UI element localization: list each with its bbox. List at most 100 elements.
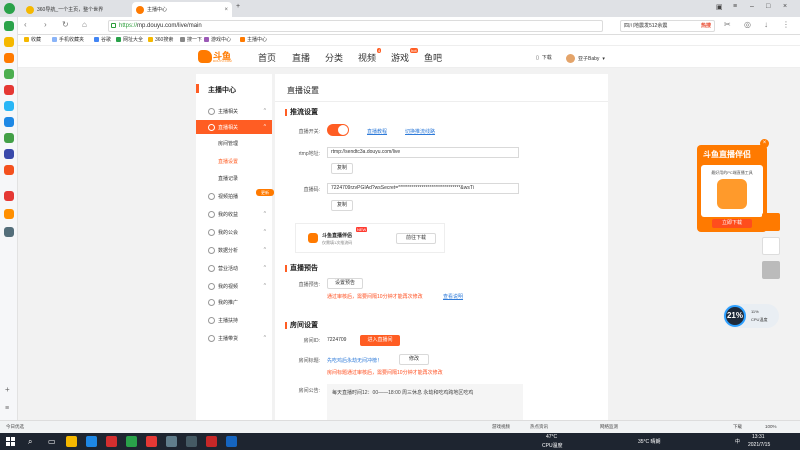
note-app-icon[interactable] xyxy=(4,165,14,175)
close-window-button[interactable]: × xyxy=(783,3,787,10)
clock-date[interactable]: 2021/7/15 xyxy=(748,442,770,448)
download-companion-button[interactable]: 前往下载 xyxy=(396,233,436,244)
menu-item[interactable]: 主播相关 ^ xyxy=(196,104,272,118)
reload-icon[interactable]: ↻ xyxy=(62,20,69,29)
news-app-icon[interactable] xyxy=(4,149,14,159)
windows-start-icon[interactable] xyxy=(6,437,15,446)
menu-icon[interactable]: ≡ xyxy=(733,3,737,10)
game-app-icon[interactable] xyxy=(4,209,14,219)
status-item[interactable]: 热点资讯 xyxy=(530,424,548,430)
copy-code-button[interactable]: 复制 xyxy=(331,200,353,211)
minimize-button[interactable]: – xyxy=(750,3,754,10)
file-explorer-icon[interactable] xyxy=(66,436,77,447)
home-icon[interactable]: ⌂ xyxy=(82,20,87,29)
bookmark-item[interactable]: 谷歌 xyxy=(94,36,111,43)
app-icon[interactable] xyxy=(166,436,177,447)
nav-video[interactable]: 视频 xyxy=(358,51,376,64)
extension-icon[interactable]: ✂ xyxy=(724,20,731,29)
bookmark-item[interactable]: 网址大全 xyxy=(116,36,143,43)
bookmark-item[interactable]: 搜一下 xyxy=(180,36,202,43)
qrcode-icon[interactable] xyxy=(762,261,780,279)
home-side-icon[interactable] xyxy=(762,237,780,255)
back-arrow-icon[interactable]: ‹ xyxy=(24,20,27,29)
download-icon[interactable]: ↓ xyxy=(764,20,768,29)
nav-live[interactable]: 直播 xyxy=(292,51,310,64)
cloud-app-icon[interactable] xyxy=(4,101,14,111)
wallet-app-icon[interactable] xyxy=(4,69,14,79)
search-icon[interactable]: ⌕ xyxy=(28,437,32,447)
live-switch-toggle[interactable] xyxy=(327,124,349,136)
nav-game[interactable]: 游戏 xyxy=(391,51,409,64)
enter-room-button[interactable]: 进入直播间 xyxy=(360,335,400,346)
tab-streamer-center[interactable]: 主播中心 × xyxy=(132,2,232,17)
submenu-item[interactable]: 直播设置 xyxy=(218,158,238,165)
promo-close-icon[interactable]: × xyxy=(760,139,769,148)
url-input[interactable]: https://mp.douyu.com/live/main xyxy=(108,20,603,32)
skin-icon[interactable]: ▣ xyxy=(716,3,723,11)
shop-app-icon[interactable] xyxy=(4,191,14,201)
douyu-logo[interactable]: 斗鱼 DOUYU.COM xyxy=(198,49,236,65)
promo-download-button[interactable]: 立即下载 xyxy=(712,219,752,228)
preview-rules-link[interactable]: 查看说明 xyxy=(443,293,463,300)
copy-rtmp-button[interactable]: 复制 xyxy=(331,163,353,174)
tools-app-icon[interactable] xyxy=(4,133,14,143)
stream-code-field[interactable]: 7224709rzvPGIAd?wsSecret=***************… xyxy=(327,183,519,194)
status-item[interactable]: 下载 xyxy=(733,424,742,430)
menu-item[interactable]: 数据分析 ^ xyxy=(196,243,272,257)
more-icon[interactable]: ⋮ xyxy=(782,20,790,29)
menu-item[interactable]: 我的视频 ^ xyxy=(196,279,272,293)
bookmark-item[interactable]: 收藏 xyxy=(24,36,41,43)
video-app-icon[interactable] xyxy=(4,85,14,95)
app-icon[interactable] xyxy=(206,436,217,447)
app-icon[interactable] xyxy=(146,436,157,447)
tab-close-icon[interactable]: × xyxy=(224,7,228,13)
menu-item[interactable]: 我的收益 ^ xyxy=(196,207,272,221)
task-view-icon[interactable]: ▭ xyxy=(48,437,56,446)
play-video-icon[interactable] xyxy=(762,213,780,231)
switch-line-link[interactable]: 切换推流线路 xyxy=(405,128,435,135)
forward-arrow-icon[interactable]: › xyxy=(44,20,47,29)
maximize-button[interactable]: □ xyxy=(766,3,770,10)
nav-home[interactable]: 首页 xyxy=(258,51,276,64)
360-browser-icon[interactable] xyxy=(126,436,137,447)
pay-app-icon[interactable] xyxy=(4,117,14,127)
cpu-monitor-widget[interactable]: 21% 11% CPU温度 xyxy=(723,304,779,328)
set-preview-button[interactable]: 设置预告 xyxy=(327,278,363,289)
tutorial-link[interactable]: 直播教程 xyxy=(367,128,387,135)
today-picks-link[interactable]: 今日优选 xyxy=(6,424,24,430)
tab-360-home[interactable]: 360导航_一个主页，整个世界 xyxy=(22,2,128,17)
submenu-item[interactable]: 直播记录 xyxy=(218,175,238,182)
submenu-item[interactable]: 房间管理 xyxy=(218,140,238,147)
favorites-app-icon[interactable] xyxy=(4,37,14,47)
user-menu[interactable]: 亚子Baby ▾ xyxy=(566,54,605,63)
menu-item[interactable]: 主播扶持 xyxy=(196,313,272,327)
app-icon[interactable] xyxy=(186,436,197,447)
system-app-icon[interactable] xyxy=(4,227,14,237)
edge-icon[interactable] xyxy=(86,436,97,447)
input-language[interactable]: 中 xyxy=(735,438,740,445)
menu-item[interactable]: 营业活动 ^ xyxy=(196,261,272,275)
bookmark-item[interactable]: 主播中心 xyxy=(240,36,267,43)
clock-time[interactable]: 13:31 xyxy=(752,434,765,440)
download-link[interactable]: ▯ 下载 xyxy=(536,54,552,62)
app-icon[interactable] xyxy=(106,436,117,447)
menu-item[interactable]: 主播带货 ^ xyxy=(196,331,272,345)
add-app-icon[interactable]: + xyxy=(5,385,10,394)
browser-app-icon[interactable] xyxy=(4,21,14,31)
nav-fishbar[interactable]: 鱼吧 xyxy=(424,51,442,64)
sidebar-menu-icon[interactable]: ≡ xyxy=(5,405,9,412)
menu-item[interactable]: 直播相关 ^ xyxy=(196,120,272,134)
nav-category[interactable]: 分类 xyxy=(325,51,343,64)
steam-icon[interactable] xyxy=(226,436,237,447)
bookmark-item[interactable]: 360搜索 xyxy=(148,36,173,43)
status-item[interactable]: 网络监测 xyxy=(600,424,618,430)
douyu-app-icon[interactable] xyxy=(4,53,14,63)
weather-text[interactable]: 35°C 晴朗 xyxy=(638,438,661,445)
shield-icon[interactable]: ◎ xyxy=(744,20,751,29)
bookmark-item[interactable]: 手机收藏夹 xyxy=(52,36,84,43)
zoom-level[interactable]: 100% xyxy=(765,424,777,429)
menu-item[interactable]: 我的推广 xyxy=(196,295,272,309)
rtmp-url-field[interactable]: rtmp://sendtc3a.douyu.com/live xyxy=(327,147,519,158)
bookmark-item[interactable]: 游戏中心 xyxy=(204,36,231,43)
companion-promo-widget[interactable]: 斗鱼直播伴侣 最好用的PC端直播工具 立即下载 xyxy=(697,145,767,232)
